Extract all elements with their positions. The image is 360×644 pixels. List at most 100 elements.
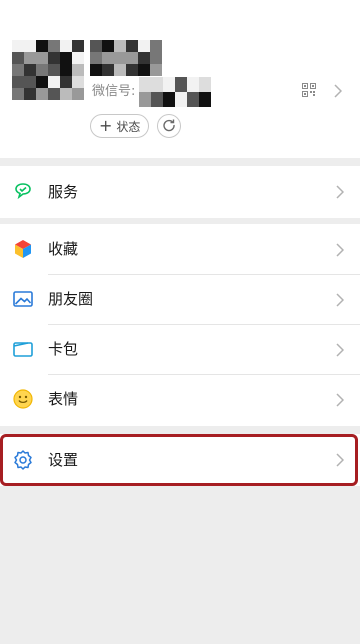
mosaic-block <box>24 64 36 76</box>
mosaic-block <box>150 40 162 52</box>
mosaic-block <box>12 64 24 76</box>
mosaic-block <box>150 52 162 64</box>
mosaic-block <box>36 64 48 76</box>
mosaic-block <box>138 40 150 52</box>
menu-label-settings: 设置 <box>48 451 79 469</box>
mosaic-block <box>199 77 212 92</box>
mosaic-block <box>48 76 60 88</box>
mosaic-block <box>12 76 24 88</box>
refresh-button[interactable] <box>157 114 182 138</box>
mosaic-block <box>126 64 138 76</box>
chevron-right-icon <box>336 184 345 199</box>
mosaic-block <box>102 52 114 64</box>
mosaic-block <box>138 52 150 64</box>
mosaic-block <box>139 92 152 107</box>
mosaic-block <box>114 40 126 52</box>
avatar[interactable] <box>12 40 84 100</box>
menu-label-stickers: 表情 <box>48 390 79 408</box>
chevron-right-icon <box>334 83 343 98</box>
menu-item-cards[interactable]: 卡包 <box>0 324 360 374</box>
refresh-icon <box>162 117 176 136</box>
mosaic-block <box>90 52 102 64</box>
mosaic-block <box>72 40 84 52</box>
menu-item-favorites[interactable]: 收藏 <box>0 224 360 274</box>
mosaic-block <box>90 40 102 52</box>
wechat-id-row: 微信号: <box>92 77 212 107</box>
mosaic-block <box>48 52 60 64</box>
services-group: 服务 <box>0 166 360 218</box>
nickname <box>90 40 162 76</box>
mosaic-block <box>90 64 102 76</box>
mosaic-block <box>48 88 60 100</box>
mosaic-block <box>48 64 60 76</box>
menu-item-stickers[interactable]: 表情 <box>0 374 360 424</box>
mosaic-block <box>114 52 126 64</box>
mosaic-block <box>187 77 200 92</box>
picture-icon <box>12 288 34 310</box>
menu-item-settings[interactable]: 设置 <box>0 434 360 486</box>
cube-icon <box>12 238 34 260</box>
mosaic-block <box>36 52 48 64</box>
mosaic-block <box>151 92 164 107</box>
menu-item-services[interactable]: 服务 <box>0 166 360 218</box>
mosaic-block <box>114 64 126 76</box>
mosaic-block <box>72 76 84 88</box>
mosaic-block <box>12 40 24 52</box>
chevron-right-icon <box>336 342 345 357</box>
mosaic-block <box>12 88 24 100</box>
mosaic-block <box>12 52 24 64</box>
mosaic-block <box>24 52 36 64</box>
chevron-right-icon <box>336 292 345 307</box>
menu-item-moments[interactable]: 朋友圈 <box>0 274 360 324</box>
mosaic-block <box>151 77 164 92</box>
mosaic-block <box>60 40 72 52</box>
mosaic-block <box>138 64 150 76</box>
mosaic-block <box>187 92 200 107</box>
menu-label-cards: 卡包 <box>48 340 79 358</box>
mosaic-block <box>24 40 36 52</box>
wallet-card-icon <box>12 338 34 360</box>
mosaic-block <box>72 64 84 76</box>
status-row: + 状态 <box>90 114 182 138</box>
mosaic-block <box>60 76 72 88</box>
mosaic-block <box>126 52 138 64</box>
plus-icon: + <box>99 116 113 135</box>
mosaic-block <box>60 52 72 64</box>
qr-code-icon[interactable] <box>302 82 316 97</box>
mosaic-block <box>126 40 138 52</box>
mosaic-block <box>163 92 176 107</box>
mosaic-block <box>102 64 114 76</box>
wechat-id-value <box>139 77 212 107</box>
mosaic-block <box>36 88 48 100</box>
mosaic-block <box>24 76 36 88</box>
mosaic-block <box>139 77 152 92</box>
mosaic-block <box>60 64 72 76</box>
wechat-pay-icon <box>12 181 34 203</box>
profile-card[interactable]: 微信号: + 状态 <box>0 0 360 158</box>
wechat-id-label: 微信号: <box>92 84 136 99</box>
status-label: 状态 <box>116 119 141 134</box>
mosaic-block <box>36 40 48 52</box>
chevron-right-icon <box>336 452 345 467</box>
menu-label-services: 服务 <box>48 183 79 201</box>
mosaic-block <box>150 64 162 76</box>
mosaic-block <box>72 88 84 100</box>
chevron-right-icon <box>336 242 345 257</box>
mosaic-block <box>24 88 36 100</box>
add-status-button[interactable]: + 状态 <box>90 114 150 138</box>
menu-label-moments: 朋友圈 <box>48 290 94 308</box>
smiley-icon <box>12 388 34 410</box>
mosaic-block <box>163 77 176 92</box>
wechat-me-page: 微信号: + 状态 服务 收藏 朋友圈 卡包 表情 设置 <box>0 0 360 644</box>
mosaic-block <box>199 92 212 107</box>
mosaic-block <box>175 92 188 107</box>
main-menu-group: 收藏 朋友圈 卡包 表情 <box>0 224 360 426</box>
menu-label-favorites: 收藏 <box>48 240 79 258</box>
mosaic-block <box>175 77 188 92</box>
mosaic-block <box>102 40 114 52</box>
mosaic-block <box>60 88 72 100</box>
mosaic-block <box>48 40 60 52</box>
mosaic-block <box>36 76 48 88</box>
settings-group: 设置 <box>0 434 360 486</box>
gear-icon <box>12 449 34 471</box>
